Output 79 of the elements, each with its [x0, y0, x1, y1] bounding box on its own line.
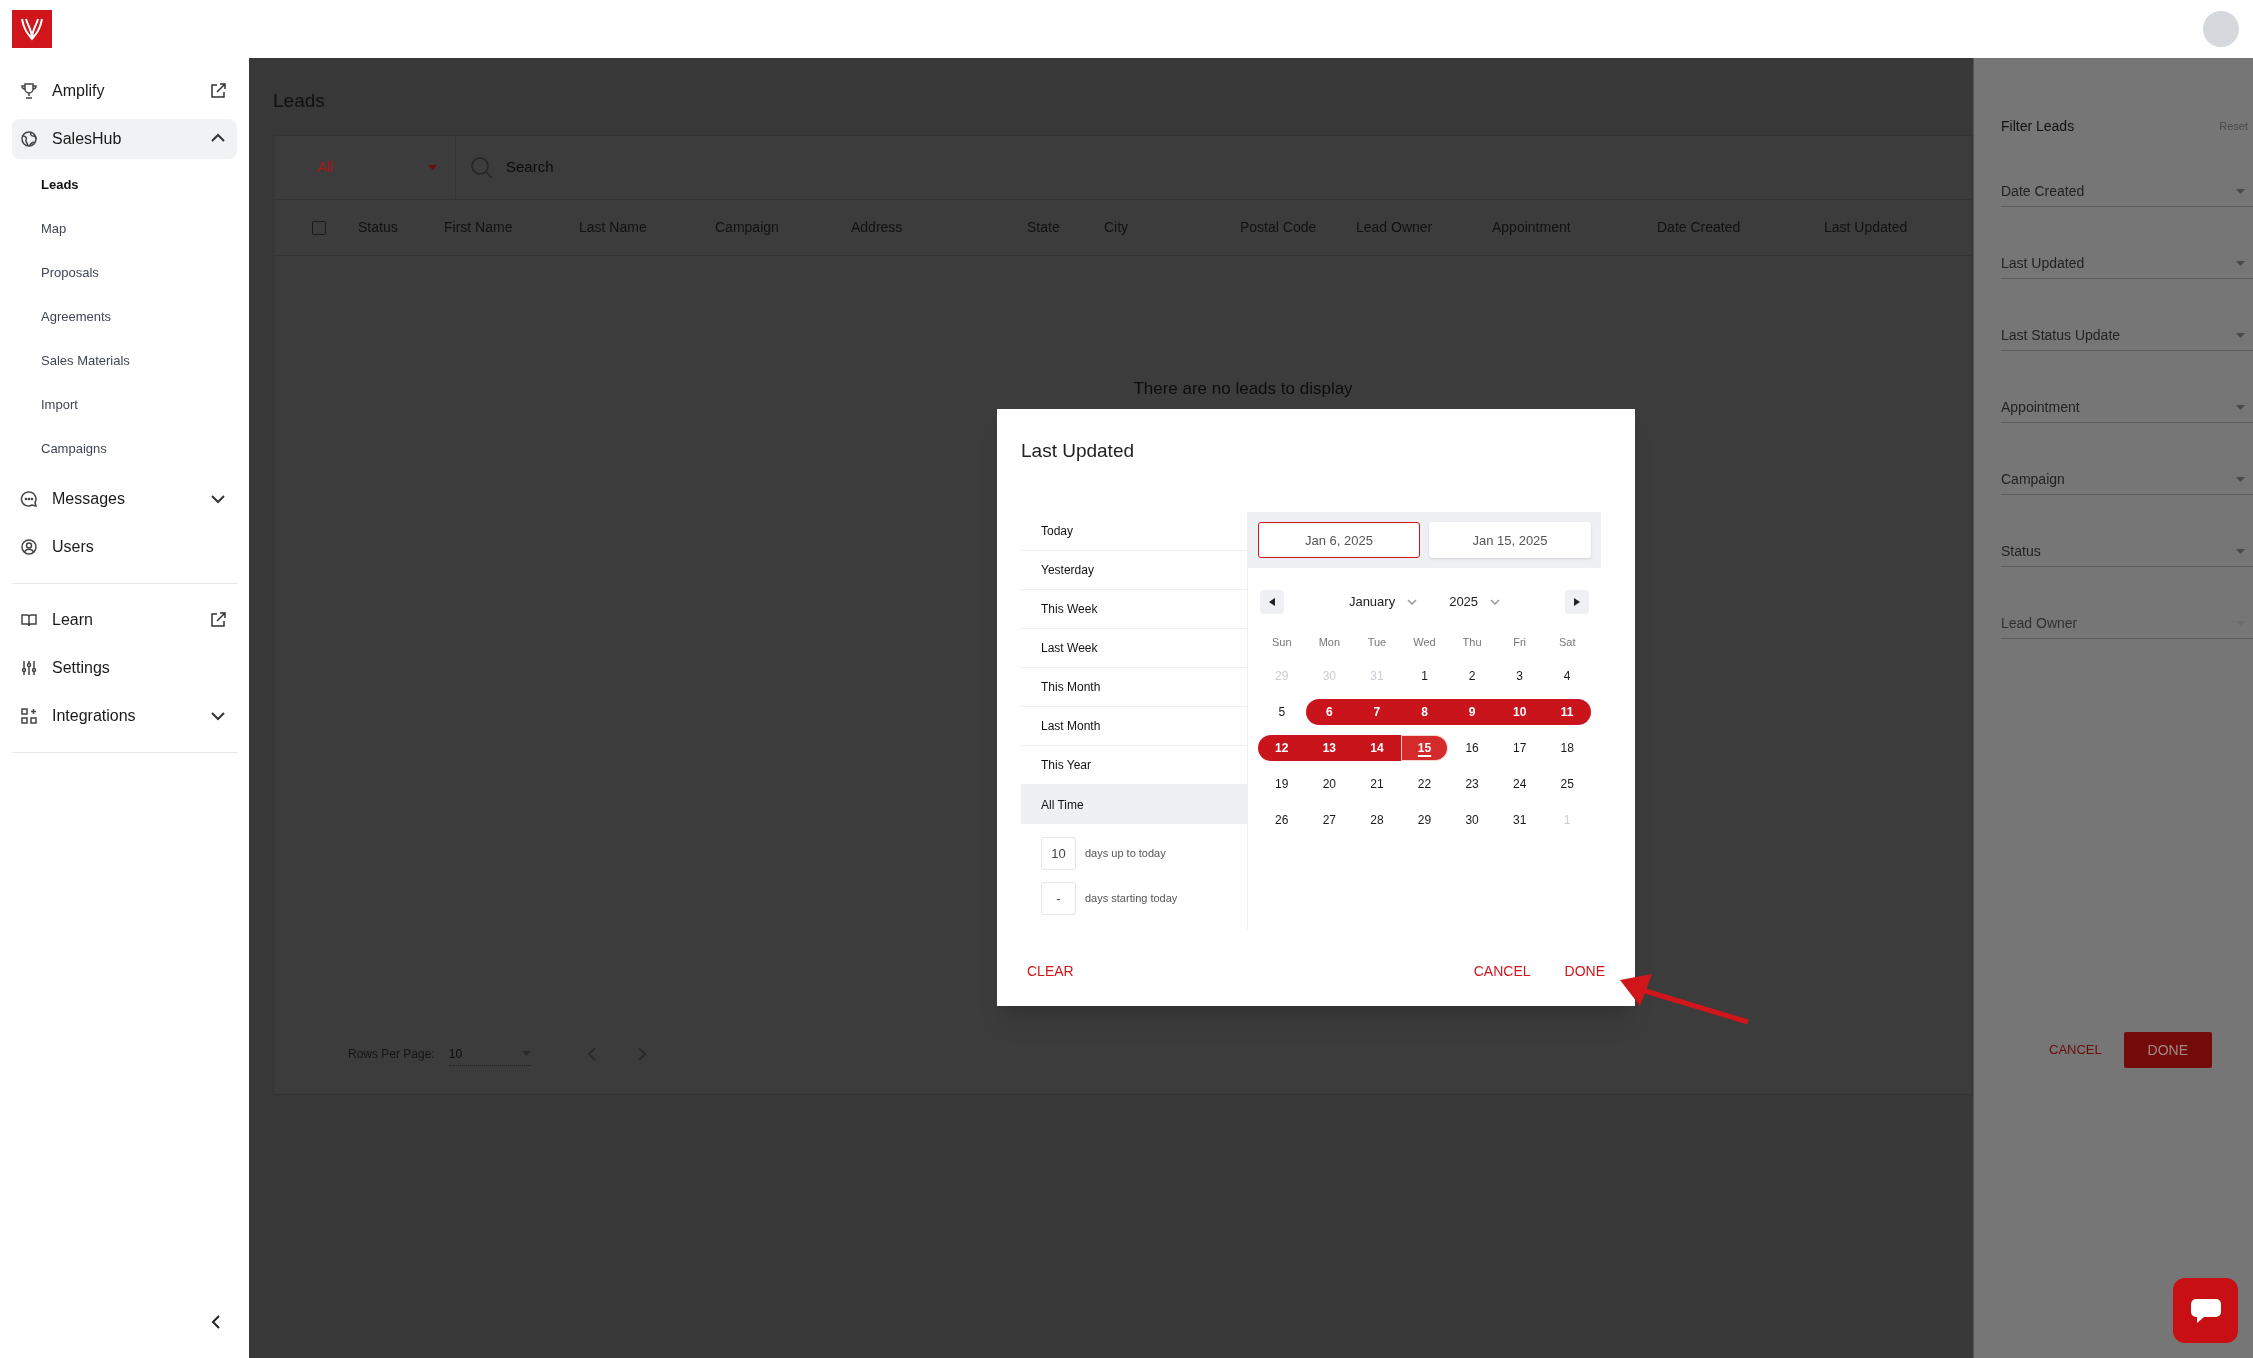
year-select[interactable]: 2025 [1449, 592, 1501, 612]
filter-dropdown[interactable]: Status [2001, 537, 2253, 567]
calendar-day[interactable]: 21 [1353, 771, 1401, 797]
calendar-day[interactable]: 2 [1448, 663, 1496, 689]
sidebar-subitem[interactable]: Map [41, 207, 67, 251]
calendar-day[interactable]: 25 [1543, 771, 1591, 797]
calendar-day[interactable]: 8 [1400, 699, 1449, 725]
range-preset[interactable]: This Week [1021, 590, 1247, 629]
calendar-day[interactable]: 6 [1305, 699, 1354, 725]
sidebar-item[interactable]: Messages [12, 479, 237, 519]
sidebar-item[interactable]: SalesHub [12, 119, 237, 159]
cancel-button[interactable]: CANCEL [1461, 954, 1543, 988]
days-input[interactable]: 10 [1041, 837, 1076, 870]
range-preset[interactable]: This Month [1021, 668, 1247, 707]
filter-dropdown[interactable]: Last Status Update [2001, 321, 2253, 351]
sidebar-item[interactable]: Users [12, 527, 237, 567]
calendar-day[interactable]: 15 [1400, 735, 1449, 761]
weekday-label: Mon [1318, 634, 1341, 650]
calendar-day[interactable]: 28 [1353, 807, 1401, 833]
calendar-day[interactable]: 22 [1400, 771, 1449, 797]
sidebar-subitem[interactable]: Campaigns [41, 427, 107, 471]
days-input[interactable]: - [1041, 882, 1076, 915]
calendar-day[interactable]: 1 [1400, 663, 1449, 689]
calendar-day[interactable]: 26 [1258, 807, 1306, 833]
range-preset[interactable]: Last Month [1021, 707, 1247, 746]
calendar-day[interactable]: 12 [1258, 735, 1306, 761]
calendar-day[interactable]: 9 [1448, 699, 1496, 725]
calendar-day[interactable]: 11 [1543, 699, 1591, 725]
calendar-day[interactable]: 3 [1495, 663, 1544, 689]
calendar-day[interactable]: 19 [1258, 771, 1306, 797]
days-label: days up to today [1085, 846, 1166, 862]
calendar-day[interactable]: 14 [1353, 735, 1401, 761]
calendar-day[interactable]: 24 [1495, 771, 1544, 797]
sidebar-subitem[interactable]: Leads [41, 163, 79, 207]
sidebar-item[interactable]: Integrations [12, 696, 237, 736]
calendar-day[interactable]: 23 [1448, 771, 1496, 797]
done-button[interactable]: DONE [2123, 1032, 2212, 1068]
clear-button[interactable]: CLEAR [1015, 954, 1086, 988]
weekday-label: Sun [1272, 634, 1292, 650]
sidebar-item[interactable]: Amplify [12, 71, 237, 111]
calendar-day[interactable]: 18 [1543, 735, 1591, 761]
sidebar-subitem[interactable]: Proposals [41, 251, 99, 295]
weekday-label: Wed [1413, 634, 1436, 650]
filter-dropdown[interactable]: Campaign [2001, 465, 2253, 495]
filter-dropdown[interactable]: Date Created [2001, 177, 2253, 207]
sidebar-subitem[interactable]: Agreements [41, 295, 112, 339]
calendar-day[interactable]: 31 [1495, 807, 1544, 833]
range-preset[interactable]: All Time [1021, 785, 1247, 824]
days-label: days starting today [1085, 891, 1178, 907]
dialog-title: Last Updated [1020, 439, 1136, 463]
calendar-day[interactable]: 7 [1353, 699, 1401, 725]
sidebar-subitem[interactable]: Sales Materials [41, 339, 130, 383]
filter-dropdown[interactable]: Appointment [2001, 393, 2253, 423]
calendar-day[interactable]: 13 [1305, 735, 1354, 761]
calendar-day[interactable]: 29 [1400, 807, 1449, 833]
date-input[interactable]: Jan 15, 2025 [1429, 522, 1591, 558]
range-preset[interactable]: Today [1021, 512, 1247, 551]
panel-title: Filter Leads [2001, 117, 2075, 136]
date-input[interactable]: Jan 6, 2025 [1258, 522, 1420, 558]
calendar-day[interactable]: 16 [1448, 735, 1496, 761]
filter-dropdown[interactable]: Last Updated [2001, 249, 2253, 279]
weekday-label: Thu [1462, 634, 1482, 650]
calendar-day[interactable]: 17 [1495, 735, 1544, 761]
calendar-day[interactable]: 4 [1543, 663, 1591, 689]
sidebar-item[interactable]: Learn [12, 600, 237, 640]
done-button[interactable]: DONE [1558, 954, 1611, 988]
calendar-day[interactable]: 5 [1258, 699, 1306, 725]
month-select[interactable]: January [1348, 592, 1418, 612]
calendar-day[interactable]: 30 [1448, 807, 1496, 833]
range-preset[interactable]: Last Week [1021, 629, 1247, 668]
weekday-label: Sat [1558, 634, 1576, 650]
weekday-label: Fri [1513, 634, 1527, 650]
calendar-day[interactable]: 27 [1305, 807, 1354, 833]
calendar-day[interactable]: 20 [1305, 771, 1354, 797]
range-preset[interactable]: Yesterday [1021, 551, 1247, 590]
sidebar-subitem[interactable]: Import [41, 383, 78, 427]
sidebar-item[interactable]: Settings [12, 648, 237, 688]
calendar-day[interactable]: 10 [1495, 699, 1544, 725]
weekday-label: Tue [1367, 634, 1387, 650]
